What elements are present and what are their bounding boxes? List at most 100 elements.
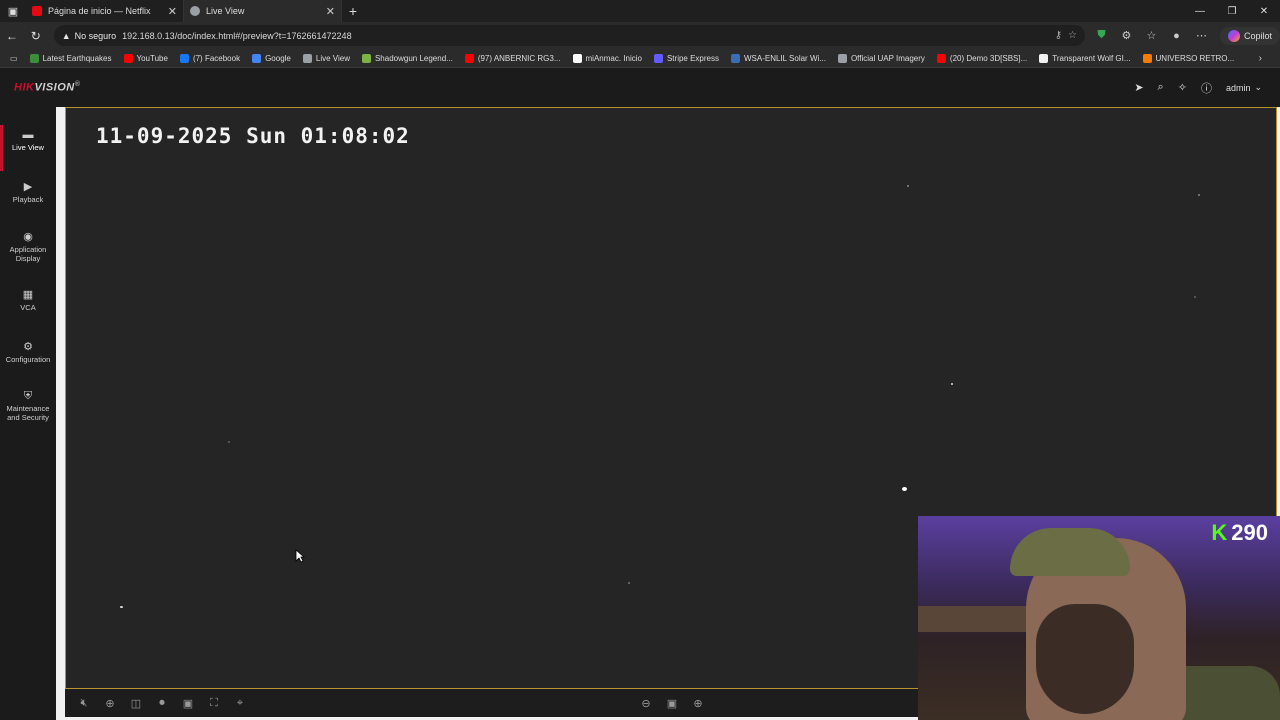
hikvision-logo: HIKVISION® (14, 81, 81, 94)
user-menu[interactable]: admin ⌄ (1226, 82, 1262, 93)
security-label: No seguro (74, 30, 117, 41)
star-point (902, 487, 907, 491)
bookmark-item[interactable]: WSA-ENLIL Solar Wi... (725, 53, 832, 63)
minimize-icon[interactable]: — (1184, 0, 1216, 22)
bookmark-favicon-icon (572, 53, 582, 63)
nav-playback[interactable]: ▶ Playback (0, 182, 56, 205)
favorites-icon[interactable]: ☆ (1139, 29, 1164, 42)
bookmark-item[interactable]: YouTube (118, 53, 174, 63)
browser-toolbar: ← ↻ ▲ No seguro 192.168.0.13/doc/index.ht… (0, 22, 1280, 49)
send-icon[interactable]: ➤ (1134, 81, 1143, 94)
bookmark-item[interactable]: Official UAP Imagery (832, 53, 931, 63)
nav-label: Playback (12, 195, 44, 204)
bookmark-item[interactable]: (20) Demo 3D[SBS]... (931, 53, 1033, 63)
username: admin (1225, 82, 1251, 93)
nav-maintenance[interactable]: ⛨ Maintenance and Security (0, 390, 56, 423)
bookmark-favicon-icon (29, 53, 39, 63)
bookmark-item[interactable]: Live View (297, 53, 356, 63)
bookmarks-menu-icon[interactable]: ▭ (4, 54, 24, 63)
nav-configuration[interactable]: ⚙ Configuration (0, 342, 56, 365)
bookmark-item[interactable]: Latest Earthquakes (24, 53, 118, 63)
bookmark-item[interactable]: UNIVERSO RETRO... (1137, 53, 1241, 63)
focus-icon[interactable]: ⌖ (227, 697, 253, 710)
star-point (907, 185, 909, 187)
vca-icon: ▦ (22, 289, 34, 301)
tab-netflix[interactable]: Página de inicio — Netflix ✕ (26, 0, 184, 22)
star-point (228, 441, 230, 443)
left-navigation: ▬ Live View ▶ Playback ◉ Application Dis… (0, 107, 56, 720)
capture-icon[interactable]: ◫ (123, 697, 149, 710)
app-header: HIKVISION® ➤ ⌕ ✧ ⓘ admin ⌄ (0, 68, 1280, 107)
bookmark-label: Stripe Express (666, 53, 719, 63)
maintenance-icon: ⛨ (23, 390, 33, 402)
tab-title: Página de inicio — Netflix (48, 6, 151, 16)
mute-icon[interactable]: 🔇︎ (71, 697, 97, 710)
star-point (951, 383, 953, 385)
url-text[interactable]: 192.168.0.13/doc/index.html#/preview?t=1… (122, 31, 1049, 41)
bookmark-item[interactable]: (97) ANBERNIC RG3... (459, 53, 567, 63)
record-icon[interactable]: ▣ (175, 697, 201, 710)
stop-icon[interactable]: ▣ (659, 697, 685, 710)
nav-label: Live View (12, 143, 44, 152)
bookmark-label: Official UAP Imagery (850, 53, 925, 63)
bookmark-label: miAnmac. Inicio (585, 53, 642, 63)
nav-vca[interactable]: ▦ VCA (0, 289, 56, 313)
fullscreen-icon[interactable]: ⛶ (201, 697, 227, 710)
bookmark-item[interactable]: (7) Facebook (174, 53, 246, 63)
bookmark-favicon-icon (464, 53, 474, 63)
star-point (120, 606, 123, 608)
bookmark-favicon-icon (302, 53, 312, 63)
new-tab-button[interactable]: + (342, 3, 364, 19)
viewer-count: 290 (1231, 520, 1268, 545)
bookmark-favicon-icon (731, 53, 740, 63)
bookmark-item[interactable]: Stripe Express (648, 53, 725, 63)
zoom-icon[interactable]: ⊕ (97, 697, 123, 710)
close-window-icon[interactable]: ✕ (1248, 0, 1280, 22)
tab-live-view[interactable]: Live View ✕ (184, 0, 342, 22)
profile-avatar-icon[interactable]: ● (1164, 30, 1189, 42)
warning-icon: ▲ (61, 30, 71, 41)
bookmark-item[interactable]: Google (246, 53, 297, 63)
bookmark-favicon-icon (1039, 53, 1049, 63)
streamer-beard (1036, 604, 1134, 714)
copilot-button[interactable]: Copilot (1219, 26, 1280, 45)
search-icon[interactable]: ⌕ (1158, 81, 1164, 94)
shield-extension-icon[interactable]: ⛊ (1089, 29, 1114, 42)
browser-tab-strip: ▣ Página de inicio — Netflix ✕ Live View… (0, 0, 1280, 22)
bookmarks-bar: ▭ Latest Earthquakes YouTube (7) Facebook G… (0, 49, 1280, 68)
streamer-cap (1010, 528, 1130, 576)
chevron-right-icon[interactable]: › (1259, 53, 1262, 64)
bookmark-favicon-icon (123, 53, 133, 63)
bookmark-label: Latest Earthquakes (42, 53, 112, 63)
info-icon[interactable]: ⓘ (1201, 80, 1212, 96)
more-menu-icon[interactable]: ⋯ (1189, 29, 1214, 42)
back-icon[interactable]: ← (0, 29, 24, 43)
star-icon[interactable]: ☆ (1068, 30, 1077, 41)
bookmark-item[interactable]: miAnmac. Inicio (567, 53, 648, 63)
key-icon[interactable]: ⚷ (1055, 30, 1062, 41)
bookmark-label: WSA-ENLIL Solar Wi... (744, 53, 826, 63)
security-indicator[interactable]: ▲ No seguro (62, 31, 116, 41)
nav-live-view[interactable]: ▬ Live View (0, 125, 56, 171)
tab-actions-icon[interactable]: ▣ (0, 0, 26, 22)
next-icon[interactable]: ⊕ (685, 697, 711, 710)
bookmark-item[interactable]: Shadowgun Legend... (356, 53, 459, 63)
nav-label: Application Display (9, 245, 47, 263)
close-tab-icon[interactable]: ✕ (168, 5, 177, 18)
close-tab-icon[interactable]: ✕ (326, 5, 335, 18)
microphone-icon[interactable]: ⏺ (149, 697, 175, 710)
chevron-down-icon: ⌄ (1254, 82, 1262, 92)
reload-icon[interactable]: ↻ (24, 29, 48, 43)
address-bar[interactable]: ▲ No seguro 192.168.0.13/doc/index.html#/… (53, 25, 1085, 46)
previous-icon[interactable]: ⊖ (633, 697, 659, 710)
toolbar-extensions: ⛊ ⚙ ☆ ● ⋯ (1089, 29, 1214, 42)
restore-icon[interactable]: ❐ (1216, 0, 1248, 22)
nav-application-display[interactable]: ◉ Application Display (0, 232, 56, 264)
bookmark-favicon-icon (252, 53, 262, 63)
extensions-icon[interactable]: ⚙ (1114, 29, 1139, 42)
nav-label: Configuration (5, 355, 51, 364)
puzzle-icon[interactable]: ✧ (1178, 81, 1187, 94)
netflix-favicon-icon (32, 6, 42, 16)
bookmark-label: Google (265, 53, 291, 63)
bookmark-item[interactable]: Transparent Wolf GI... (1033, 53, 1136, 63)
